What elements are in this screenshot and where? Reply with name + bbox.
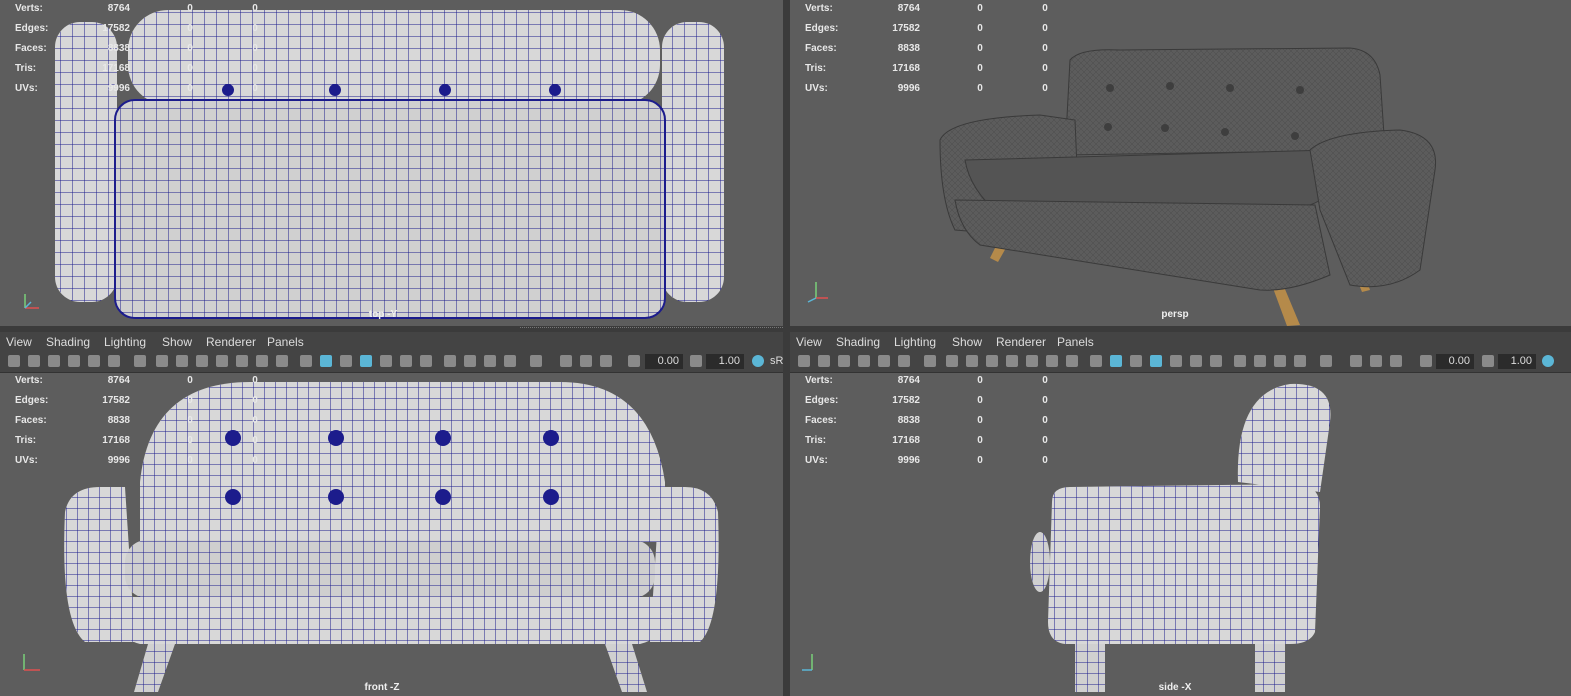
hud-value: 0 (252, 435, 258, 446)
hud-value: 0 (187, 83, 193, 94)
hud-value: 8838 (107, 415, 130, 426)
hud-value: 8838 (107, 43, 130, 54)
hud-label: UVs: (805, 83, 828, 94)
hud-value: 0 (187, 3, 193, 14)
hud-label: Tris: (15, 63, 37, 74)
hud-value: 0 (252, 63, 258, 74)
hud-value: 0 (977, 43, 983, 54)
viewport-label: side -X (1158, 682, 1192, 693)
hud-value: 0 (977, 435, 983, 446)
hud-value: 0 (187, 435, 193, 446)
hud-label: Tris: (805, 435, 827, 446)
viewport-front[interactable]: View Shading Lighting Show Renderer Pane… (0, 332, 783, 696)
hud-value: 0 (1042, 415, 1048, 426)
hud-label: Faces: (805, 43, 837, 54)
hud-label: Tris: (15, 435, 37, 446)
hud-value: 9996 (107, 83, 130, 94)
hud-value: 0 (252, 395, 258, 406)
hud-value: 0 (1042, 23, 1048, 34)
hud-value: 0 (187, 395, 193, 406)
hud-value: 0 (1042, 455, 1048, 466)
hud-label: UVs: (15, 455, 38, 466)
hud-label: Edges: (15, 395, 49, 406)
hud-value: 0 (187, 23, 193, 34)
hud-value: 0 (252, 3, 258, 14)
hud-value: 8764 (107, 375, 130, 386)
hud-value: 8838 (897, 43, 920, 54)
hud-value: 0 (187, 455, 193, 466)
hud-value: 0 (977, 395, 983, 406)
hud-value: 0 (977, 415, 983, 426)
hud-value: 0 (977, 63, 983, 74)
hud-value: 0 (252, 43, 258, 54)
viewport-label: top -Y (368, 309, 398, 320)
hud-label: Edges: (15, 23, 49, 34)
axis-gizmo-icon (807, 282, 828, 303)
hud-value: 17582 (892, 395, 920, 406)
hud-label: Tris: (805, 63, 827, 74)
hud-value: 0 (1042, 63, 1048, 74)
hud-value: 9996 (107, 455, 130, 466)
hud-value: 8764 (107, 3, 130, 14)
sofa-front-wireframe (64, 382, 719, 692)
sofa-side-wireframe (1030, 383, 1331, 692)
viewport-persp[interactable]: Verts: 8764 0 0 Edges: 17582 0 0 Faces: 8838 0 0 … (790, 0, 1571, 326)
hud-value: 0 (977, 455, 983, 466)
hud-value: 0 (252, 23, 258, 34)
hud-value: 0 (977, 83, 983, 94)
hud-label: Faces: (15, 43, 47, 54)
hud-value: 0 (1042, 435, 1048, 446)
hud-value: 17168 (102, 435, 130, 446)
hud-value: 9996 (897, 455, 920, 466)
hud-value: 0 (977, 375, 983, 386)
hud-value: 0 (187, 63, 193, 74)
hud-value: 0 (252, 455, 258, 466)
hud-value: 0 (1042, 375, 1048, 386)
hud-value: 17168 (892, 435, 920, 446)
pane-separator (520, 327, 783, 329)
hud-value: 0 (252, 375, 258, 386)
hud-value: 9996 (897, 83, 920, 94)
hud-label: Verts: (15, 375, 43, 386)
hud-label: Verts: (805, 375, 833, 386)
hud-value: 0 (1042, 43, 1048, 54)
hud-value: 0 (187, 415, 193, 426)
hud-value: 0 (1042, 395, 1048, 406)
hud-value: 8838 (897, 415, 920, 426)
hud-label: Verts: (15, 3, 43, 14)
hud-value: 17168 (102, 63, 130, 74)
hud-value: 0 (252, 83, 258, 94)
hud-label: Edges: (805, 395, 839, 406)
viewport-side[interactable]: View Shading Lighting Show Renderer Pane… (790, 332, 1571, 696)
hud-label: Faces: (805, 415, 837, 426)
axis-gizmo-icon (23, 654, 40, 671)
hud-value: 0 (1042, 3, 1048, 14)
axis-gizmo-icon (802, 654, 813, 671)
hud-label: UVs: (15, 83, 38, 94)
hud-label: UVs: (805, 455, 828, 466)
hud-value: 17582 (892, 23, 920, 34)
hud-value: 0 (187, 375, 193, 386)
hud-value: 17168 (892, 63, 920, 74)
viewport-label: persp (1161, 309, 1189, 320)
viewport-label: front -Z (364, 682, 400, 693)
hud-value: 8764 (897, 375, 920, 386)
hud-label: Verts: (805, 3, 833, 14)
hud-value: 17582 (102, 395, 130, 406)
hud-value: 0 (1042, 83, 1048, 94)
hud-value: 0 (187, 43, 193, 54)
hud-value: 17582 (102, 23, 130, 34)
hud-label: Edges: (805, 23, 839, 34)
hud-label: Faces: (15, 415, 47, 426)
hud-value: 0 (977, 23, 983, 34)
hud-value: 8764 (897, 3, 920, 14)
axis-gizmo-icon (24, 294, 39, 309)
hud-value: 0 (252, 415, 258, 426)
hud-value: 0 (977, 3, 983, 14)
viewport-top[interactable]: Verts: 8764 0 0 Edges: 17582 0 0 Faces: 8838 0 0 … (0, 0, 783, 326)
